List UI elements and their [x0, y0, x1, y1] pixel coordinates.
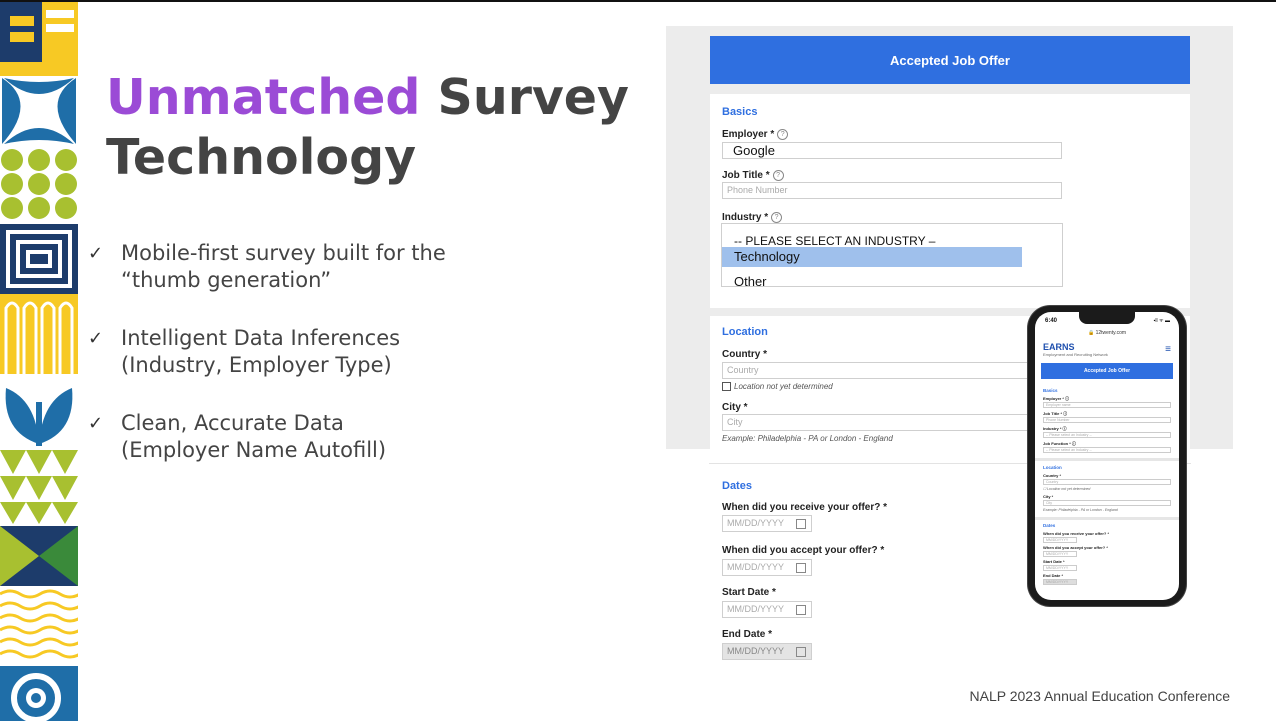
- phone-basics-title: Basics: [1043, 388, 1058, 393]
- job-title-label-text: Job Title *: [722, 170, 770, 182]
- basics-section-title: Basics: [722, 106, 758, 118]
- calendar-icon[interactable]: [796, 605, 806, 615]
- industry-dropdown[interactable]: -- PLEASE SELECT AN INDUSTRY – Technolog…: [721, 223, 1063, 289]
- employer-label: Employer *?: [722, 129, 789, 141]
- checkmark-icon: ✓: [88, 328, 104, 349]
- decorative-pattern-strip: [0, 2, 78, 721]
- calendar-icon[interactable]: [796, 647, 806, 657]
- phone-dates-title: Dates: [1043, 523, 1056, 528]
- employer-input[interactable]: Google: [722, 142, 1062, 159]
- bullet-line: (Employer Name Autofill): [121, 438, 387, 462]
- calendar-icon[interactable]: [796, 519, 806, 529]
- phone-location-title: Location: [1043, 465, 1062, 470]
- help-icon[interactable]: ?: [771, 212, 783, 223]
- end-date-label: End Date *: [722, 629, 773, 640]
- form-header: Accepted Job Offer: [710, 36, 1190, 84]
- phone-accepted-label: When did you accept your offer? *: [1043, 545, 1108, 550]
- date-placeholder: MM/DD/YYYY: [727, 562, 785, 572]
- industry-option-other[interactable]: Other: [722, 272, 1022, 292]
- phone-status-icons: ▪ll ᯤ ▬: [1153, 318, 1170, 324]
- phone-employer-input[interactable]: Employer name: [1043, 402, 1171, 408]
- accepted-date-label: When did you accept your offer? *: [722, 545, 885, 556]
- location-undetermined-option[interactable]: Location not yet determined: [722, 382, 833, 392]
- location-undetermined-text: Location not yet determined: [734, 382, 833, 391]
- phone-mockup: 6:40 ▪ll ᯤ ▬ 🔒 12twenty.com EARNS Employ…: [1028, 306, 1186, 606]
- slide-title: Unmatched Survey Technology: [106, 68, 666, 188]
- phone-brand: EARNS: [1043, 342, 1075, 352]
- phone-start-label: Start Date *: [1043, 559, 1065, 564]
- phone-form-header: Accepted Job Offer: [1041, 363, 1173, 379]
- phone-industry-select[interactable]: -- Please select an Industry --: [1043, 432, 1171, 438]
- end-date-input[interactable]: MM/DD/YYYY: [722, 643, 812, 660]
- phone-city-example: Example: Philadelphia - PA or London - E…: [1043, 508, 1118, 512]
- start-date-input[interactable]: MM/DD/YYYY: [722, 601, 812, 618]
- bullet-line: “thumb generation”: [121, 268, 332, 292]
- dates-section-title: Dates: [722, 480, 752, 492]
- phone-job-title-input[interactable]: Phone Number: [1043, 417, 1171, 423]
- phone-country-label: Country *: [1043, 473, 1061, 478]
- industry-option-technology[interactable]: Technology: [722, 247, 1022, 267]
- industry-label-text: Industry *: [722, 212, 769, 224]
- bullet-line: (Industry, Employer Type): [121, 353, 392, 377]
- phone-end-label: End Date *: [1043, 573, 1064, 578]
- phone-divider: [1035, 458, 1179, 461]
- bullet-item-clean-data: ✓ Clean, Accurate Data (Employer Name Au…: [88, 410, 508, 464]
- bullet-line: Mobile-first survey built for the: [121, 241, 446, 265]
- city-label: City *: [722, 402, 748, 413]
- checkmark-icon: ✓: [88, 243, 104, 264]
- city-example-text: Example: Philadelphia - PA or London - E…: [722, 434, 893, 443]
- start-date-label: Start Date *: [722, 587, 776, 598]
- phone-notch: [1079, 312, 1135, 324]
- received-date-label: When did you receive your offer? *: [722, 502, 888, 513]
- phone-city-label: City *: [1043, 494, 1054, 499]
- checkmark-icon: ✓: [88, 413, 104, 434]
- accepted-date-input[interactable]: MM/DD/YYYY: [722, 559, 812, 576]
- calendar-icon[interactable]: [796, 563, 806, 573]
- phone-url-bar[interactable]: 🔒 12twenty.com: [1035, 330, 1179, 336]
- help-icon[interactable]: ?: [772, 170, 784, 181]
- bullet-line: Intelligent Data Inferences: [121, 326, 401, 350]
- help-icon[interactable]: ?: [777, 129, 789, 140]
- footer-text: NALP 2023 Annual Education Conference: [969, 688, 1231, 704]
- phone-brand-subtitle: Employment and Recruiting Network: [1043, 352, 1108, 357]
- phone-screen: 6:40 ▪ll ᯤ ▬ 🔒 12twenty.com EARNS Employ…: [1035, 312, 1179, 600]
- industry-label: Industry *?: [722, 212, 783, 224]
- phone-end-input[interactable]: MM/DD/YYYY: [1043, 579, 1077, 585]
- employer-label-text: Employer *: [722, 129, 775, 141]
- phone-job-function-select[interactable]: -- Please select an Industry --: [1043, 447, 1171, 453]
- location-section-title: Location: [722, 326, 768, 338]
- phone-location-undetermined[interactable]: ☐ Location not yet determined: [1043, 487, 1090, 491]
- bullet-item-data-inferences: ✓ Intelligent Data Inferences (Industry,…: [88, 325, 508, 379]
- date-placeholder: MM/DD/YYYY: [727, 646, 785, 656]
- bullet-line: Clean, Accurate Data: [121, 411, 344, 435]
- bullet-item-mobile-first: ✓ Mobile-first survey built for the “thu…: [88, 240, 508, 294]
- job-title-label: Job Title *?: [722, 170, 784, 181]
- slide: Unmatched Survey Technology ✓ Mobile-fir…: [0, 0, 1276, 721]
- date-placeholder: MM/DD/YYYY: [727, 604, 785, 614]
- city-input[interactable]: City: [722, 414, 1062, 431]
- location-undetermined-checkbox[interactable]: [722, 382, 731, 392]
- job-title-input[interactable]: Phone Number: [722, 182, 1062, 199]
- hamburger-menu-icon[interactable]: ≡: [1165, 344, 1171, 355]
- phone-received-input[interactable]: MM/DD/YYYY: [1043, 537, 1077, 543]
- phone-accepted-input[interactable]: MM/DD/YYYY: [1043, 551, 1077, 557]
- date-placeholder: MM/DD/YYYY: [727, 518, 785, 528]
- title-accent: Unmatched: [106, 69, 421, 126]
- phone-start-input[interactable]: MM/DD/YYYY: [1043, 565, 1077, 571]
- received-date-input[interactable]: MM/DD/YYYY: [722, 515, 812, 532]
- country-input[interactable]: Country: [722, 362, 1062, 379]
- phone-received-label: When did you receive your offer? *: [1043, 531, 1110, 536]
- phone-divider: [1035, 517, 1179, 520]
- country-label: Country *: [722, 349, 767, 360]
- phone-time: 6:40: [1045, 318, 1058, 324]
- phone-country-input[interactable]: Country: [1043, 479, 1171, 485]
- bullet-list: ✓ Mobile-first survey built for the “thu…: [88, 240, 508, 495]
- phone-city-input[interactable]: City: [1043, 500, 1171, 506]
